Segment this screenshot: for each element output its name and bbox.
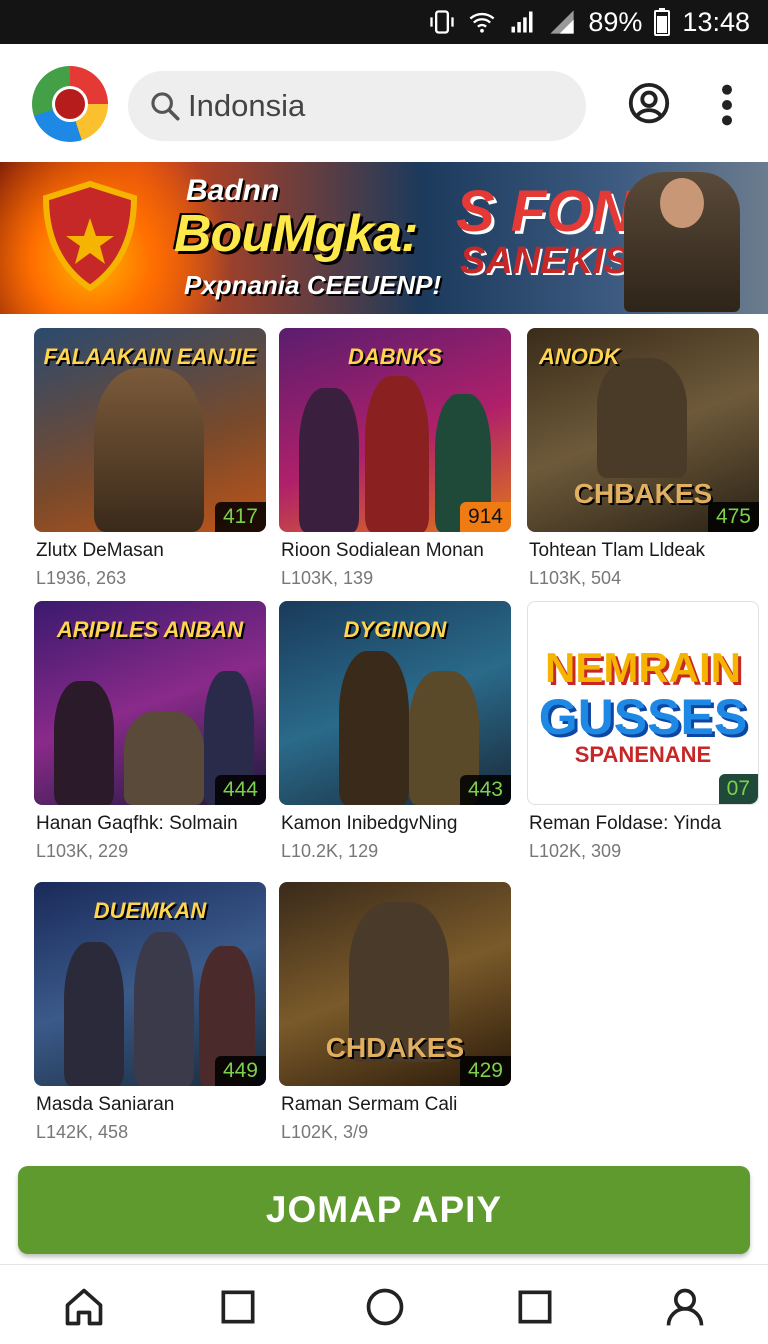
thumbnail-title: DYGINON: [343, 617, 447, 642]
game-thumbnail[interactable]: DYGINON 443: [279, 601, 511, 805]
rating-badge: 07: [718, 774, 758, 804]
rating-badge: 475: [707, 502, 759, 532]
thumbnail-title: NEMRAIN: [545, 644, 741, 691]
more-vert-icon[interactable]: [714, 82, 740, 128]
banner-character-head: [660, 178, 704, 228]
game-thumbnail[interactable]: DUEMKAN 449: [34, 882, 266, 1086]
game-meta: L102K, 3/9: [281, 1122, 369, 1142]
thumbnail-title: ARIPILES ANBAN: [56, 617, 244, 642]
rating-badge: 417: [214, 502, 266, 532]
game-meta: L103K, 139: [281, 568, 374, 588]
thumbnail-title: FALAAKAIN EANJIE: [43, 344, 257, 369]
game-meta: L1936, 263: [36, 568, 127, 588]
rating-badge: 429: [459, 1056, 511, 1086]
vibrate-icon: [430, 10, 455, 34]
shield-emblem-icon: [42, 180, 138, 292]
rating-badge: 443: [459, 775, 511, 805]
game-meta: L10.2K, 129: [281, 841, 379, 861]
game-thumbnail[interactable]: ANODK CHBAKES 475: [527, 328, 759, 532]
app-logo[interactable]: [32, 66, 108, 142]
game-title[interactable]: Kamon InibedgvNing: [281, 813, 457, 835]
signal-icon: [511, 11, 533, 33]
game-title[interactable]: Reman Foldase: Yinda: [529, 813, 721, 835]
install-button[interactable]: JOMAP APIY: [18, 1166, 750, 1254]
search-bar[interactable]: [128, 71, 586, 141]
game-title[interactable]: Raman Sermam Cali: [281, 1094, 457, 1116]
battery-percent: 89%: [588, 6, 643, 37]
search-input[interactable]: [188, 88, 568, 124]
account-icon[interactable]: [626, 82, 672, 128]
person-icon[interactable]: [663, 1285, 707, 1329]
square-icon[interactable]: [513, 1285, 557, 1329]
bottom-navigation: [0, 1264, 768, 1344]
game-thumbnail[interactable]: NEMRAIN GUSSES SPANENANE 07: [527, 601, 759, 805]
search-icon: [151, 92, 180, 121]
square-icon[interactable]: [216, 1285, 260, 1329]
rating-badge: 914: [459, 502, 511, 532]
battery-icon: [654, 8, 671, 36]
game-meta: L103K, 229: [36, 841, 129, 861]
game-title[interactable]: Rioon Sodialean Monan: [281, 540, 484, 562]
wifi-icon: [469, 12, 495, 33]
circle-icon[interactable]: [363, 1285, 407, 1329]
game-title[interactable]: Masda Saniaran: [36, 1094, 174, 1116]
rating-badge: 444: [214, 775, 266, 805]
thumbnail-title: DUEMKAN: [93, 898, 207, 923]
game-title[interactable]: Hanan Gaqfhk: Solmain: [36, 813, 238, 835]
game-meta: L142K, 458: [36, 1122, 129, 1142]
game-thumbnail[interactable]: CHDAKES 429: [279, 882, 511, 1086]
game-title[interactable]: Zlutx DeMasan: [36, 540, 164, 562]
signal-secondary-icon: [550, 10, 575, 34]
game-meta: L102K, 309: [529, 841, 622, 861]
banner-headline: BouMgka:: [174, 205, 418, 263]
game-thumbnail[interactable]: ARIPILES ANBAN 444: [34, 601, 266, 805]
banner-small-text: Badnn: [186, 174, 280, 207]
game-title[interactable]: Tohtean Tlam Lldeak: [529, 540, 705, 562]
banner-red-headline: S FON: [456, 179, 634, 244]
game-thumbnail[interactable]: FALAAKAIN EANJIE 417: [34, 328, 266, 532]
game-thumbnail[interactable]: DABNKS 914: [279, 328, 511, 532]
app-header: [0, 44, 768, 162]
home-icon[interactable]: [62, 1285, 106, 1329]
thumbnail-caption: SPANENANE: [574, 742, 712, 767]
banner-red-subheadline: SANEKIS: [460, 240, 629, 282]
rating-badge: 449: [214, 1056, 266, 1086]
status-bar: 89% 13:48: [0, 0, 768, 44]
thumbnail-title: DABNKS: [347, 344, 443, 369]
thumbnail-subtitle: GUSSES: [538, 689, 748, 745]
game-meta: L103K, 504: [529, 568, 622, 588]
thumbnail-title: ANODK: [539, 344, 620, 369]
banner-tagline: Pxpnania CEEUENP!: [184, 270, 442, 300]
clock: 13:48: [682, 6, 750, 37]
